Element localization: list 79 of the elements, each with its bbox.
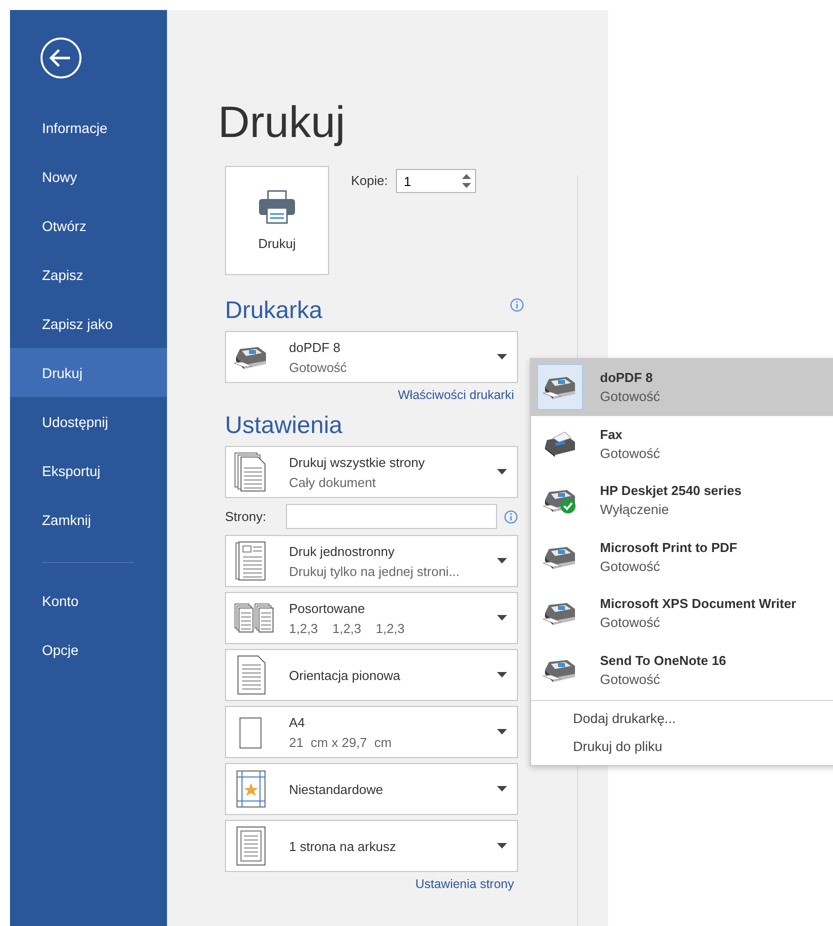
copies-label: Kopie: bbox=[351, 172, 388, 188]
printer-menu-item[interactable]: HP Deskjet 2540 series Wyłączenie bbox=[531, 472, 833, 528]
setting-title: Posortowane bbox=[289, 600, 366, 616]
section-heading: Drukarka bbox=[225, 297, 322, 325]
printer-status: Gotowość bbox=[600, 615, 662, 630]
setting-dropdown[interactable]: Orientacja pionowa bbox=[225, 649, 518, 701]
printer-name: Microsoft XPS Document Writer bbox=[600, 596, 796, 612]
single-sided-page-icon bbox=[234, 541, 268, 581]
section-heading: Ustawienia bbox=[225, 412, 344, 440]
printer-menu-item[interactable]: Microsoft Print to PDF Gotowość bbox=[531, 528, 833, 585]
printer-name: Send To OneNote 16 bbox=[600, 652, 726, 668]
dropdown-caret-icon bbox=[497, 729, 507, 735]
sidebar-item[interactable]: Zamknij bbox=[10, 495, 167, 544]
printer-name: HP Deskjet 2540 series bbox=[600, 483, 742, 498]
sidebar-item[interactable]: Otwórz bbox=[10, 201, 167, 250]
back-icon[interactable] bbox=[40, 37, 82, 79]
sidebar-item[interactable]: Zapisz bbox=[10, 250, 167, 299]
printer-status: Gotowość bbox=[600, 672, 662, 687]
page-setup-link[interactable]: Ustawienia strony bbox=[225, 877, 514, 891]
setting-dropdown[interactable]: Niestandardowe bbox=[225, 763, 518, 815]
dropdown-caret-icon bbox=[497, 469, 507, 475]
sidebar-item[interactable]: Drukuj bbox=[10, 348, 167, 397]
setting-dropdown[interactable]: Druk jednostronny Drukuj tylko na jednej stroni... bbox=[225, 535, 518, 587]
dropdown-caret-icon bbox=[497, 354, 507, 360]
setting-title: Orientacja pionowa bbox=[289, 668, 402, 682]
printer-status: Gotowość bbox=[600, 558, 662, 574]
setting-title: A4 bbox=[289, 714, 306, 730]
setting-title: Druk jednostronny bbox=[289, 544, 396, 558]
setting-dropdown[interactable]: Posortowane 1,2,3 1,2,3 1,2,3 bbox=[225, 592, 518, 644]
setting-subtitle: 1,2,3 1,2,3 1,2,3 bbox=[289, 620, 406, 636]
info-icon[interactable] bbox=[510, 298, 524, 312]
page-title: Drukuj bbox=[218, 98, 346, 148]
page-per-sheet-icon bbox=[234, 826, 268, 866]
sidebar-item[interactable]: Zapisz jako bbox=[10, 299, 167, 348]
printer-menu-action[interactable]: Drukuj do pliku bbox=[531, 733, 833, 761]
sidebar-item[interactable]: Nowy bbox=[10, 152, 167, 201]
printer-name: doPDF 8 bbox=[600, 370, 654, 386]
printer-dropdown[interactable]: doPDF 8 Gotowość bbox=[225, 331, 518, 383]
printer-menu-item[interactable]: doPDF 8 Gotowość bbox=[531, 359, 833, 416]
dropdown-caret-icon bbox=[497, 615, 507, 621]
info-icon[interactable] bbox=[504, 510, 518, 524]
dropdown-caret-icon bbox=[497, 558, 507, 564]
pages-icon bbox=[234, 452, 268, 492]
printer-status: Gotowość bbox=[600, 446, 660, 461]
margins-icon bbox=[234, 769, 268, 809]
printer-icon bbox=[258, 190, 296, 224]
setting-dropdown[interactable]: Drukuj wszystkie strony Cały dokument bbox=[225, 446, 518, 498]
dropdown-caret-icon bbox=[497, 786, 507, 792]
pages-input-field[interactable] bbox=[286, 504, 498, 529]
setting-dropdown[interactable]: 1 strona na arkusz bbox=[225, 820, 518, 872]
dropdown-caret-icon bbox=[497, 843, 507, 849]
printer-status: Gotowość bbox=[600, 389, 660, 404]
pages-label: Strony: bbox=[225, 509, 268, 524]
setting-title: Niestandardowe bbox=[289, 782, 384, 796]
setting-subtitle: Cały dokument bbox=[289, 474, 377, 490]
printer-menu-item[interactable]: Fax Gotowość bbox=[531, 416, 833, 472]
printer-menu-action[interactable]: Dodaj drukarkę... bbox=[531, 705, 833, 733]
printer-status: Wyłączenie bbox=[600, 502, 670, 518]
printer-name: Fax bbox=[600, 426, 624, 442]
sidebar-item[interactable]: Udostępnij bbox=[10, 397, 167, 446]
setting-subtitle: 21 cm x 29,7 cm bbox=[289, 734, 393, 750]
dropdown-caret-icon bbox=[497, 672, 507, 678]
copies-spinner[interactable]: 1 bbox=[396, 169, 476, 193]
printer-name: doPDF 8 bbox=[289, 340, 342, 354]
spin-arrows-icon[interactable] bbox=[462, 172, 471, 190]
print-button[interactable]: Drukuj bbox=[225, 166, 329, 275]
sidebar-item[interactable]: Opcje bbox=[10, 625, 167, 674]
printer-name: Microsoft Print to PDF bbox=[600, 540, 738, 555]
setting-dropdown[interactable]: A4 21 cm x 29,7 cm bbox=[225, 706, 518, 758]
setting-subtitle: Drukuj tylko na jednej stroni... bbox=[289, 564, 461, 578]
printer-status: Gotowość bbox=[289, 360, 348, 374]
setting-title: 1 strona na arkusz bbox=[289, 838, 397, 854]
sidebar-item[interactable]: Informacje bbox=[10, 103, 167, 152]
printer-menu-item[interactable]: Microsoft XPS Document Writer Gotowość bbox=[531, 585, 833, 642]
printer-menu-item[interactable]: Send To OneNote 16 Gotowość bbox=[531, 642, 833, 698]
sidebar-item[interactable]: Eksportuj bbox=[10, 446, 167, 495]
printer-properties-link[interactable]: Właściwości drukarki bbox=[225, 388, 514, 402]
setting-title: Drukuj wszystkie strony bbox=[289, 454, 426, 470]
sidebar-item[interactable]: Konto bbox=[10, 576, 167, 625]
